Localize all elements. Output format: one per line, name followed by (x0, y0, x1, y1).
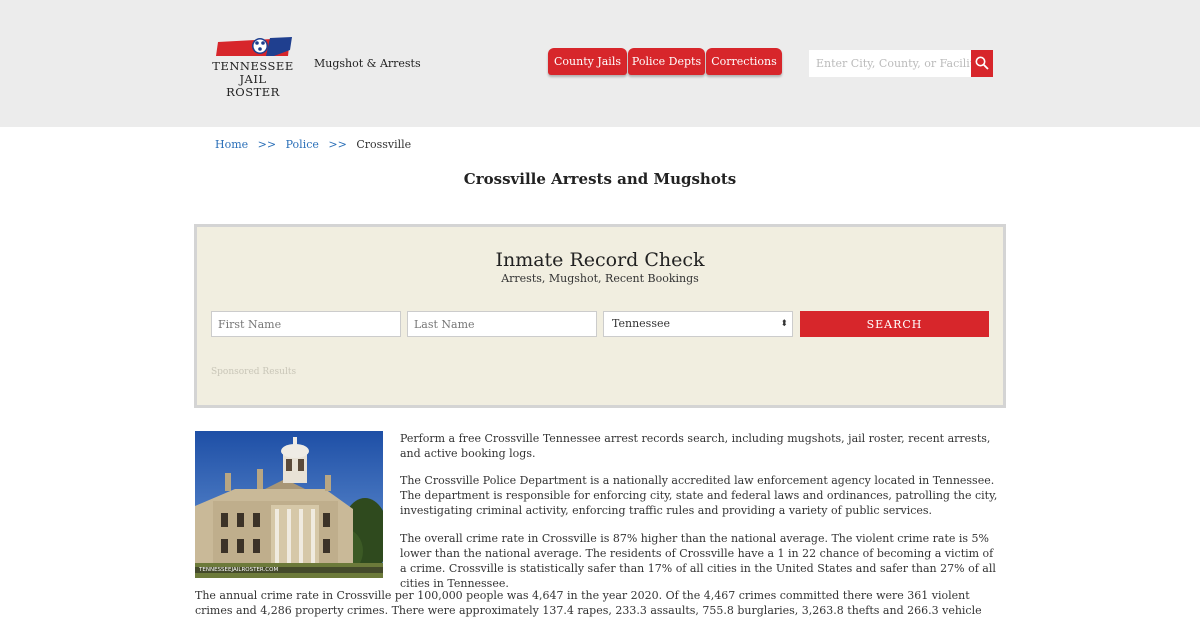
state-select[interactable]: Tennessee ⬍ (603, 311, 793, 337)
courthouse-image: TENNESSEEJAILROSTER.COM (195, 431, 383, 578)
site-search-input[interactable] (809, 50, 971, 77)
last-name-input[interactable] (407, 311, 597, 337)
page-title: Crossville Arrests and Mugshots (463, 170, 737, 188)
breadcrumb-police[interactable]: Police (286, 138, 319, 151)
first-name-input[interactable] (211, 311, 401, 337)
breadcrumb: Home >> Police >> Crossville (215, 138, 411, 151)
panel-title: Inmate Record Check (495, 249, 705, 271)
nav-county-jails[interactable]: County Jails (548, 48, 627, 75)
logo-line-2: JAIL ROSTER (226, 72, 280, 99)
annual-crime-paragraph: The annual crime rate in Crossville per … (195, 589, 982, 620)
site-logo[interactable]: TENNESSEE JAIL ROSTER (212, 36, 294, 99)
logo-wordmark: TENNESSEE JAIL ROSTER (212, 60, 294, 99)
site-tagline: Mugshot & Arrests (314, 57, 421, 70)
photo-watermark: TENNESSEEJAILROSTER.COM (198, 567, 278, 573)
intro-paragraph: Perform a free Crossville Tennessee arre… (400, 432, 991, 460)
inmate-record-check-panel: Inmate Record Check Arrests, Mugshot, Re… (194, 224, 1006, 408)
crime-rate-paragraph: The overall crime rate in Crossville is … (400, 532, 996, 590)
record-search-button[interactable]: SEARCH (800, 311, 989, 337)
breadcrumb-separator: >> (257, 138, 277, 151)
site-header: TENNESSEE JAIL ROSTER Mugshot & Arrests … (0, 0, 1200, 127)
tennessee-flag-map-icon (216, 37, 292, 56)
site-search-button[interactable] (971, 50, 993, 77)
breadcrumb-current: Crossville (356, 138, 412, 151)
sponsored-results-label: Sponsored Results (211, 367, 297, 377)
breadcrumb-separator: >> (328, 138, 347, 151)
breadcrumb-home[interactable]: Home (215, 138, 248, 151)
panel-subtitle: Arrests, Mugshot, Recent Bookings (501, 272, 699, 285)
courthouse-photo: TENNESSEEJAILROSTER.COM (195, 431, 383, 578)
state-selected-value: Tennessee (612, 317, 670, 330)
nav-corrections[interactable]: Corrections (706, 48, 782, 75)
department-paragraph: The Crossville Police Department is a na… (400, 474, 998, 517)
nav-police-depts[interactable]: Police Depts (628, 48, 705, 75)
chevron-down-icon: ⬍ (780, 319, 788, 329)
search-icon (975, 56, 989, 70)
